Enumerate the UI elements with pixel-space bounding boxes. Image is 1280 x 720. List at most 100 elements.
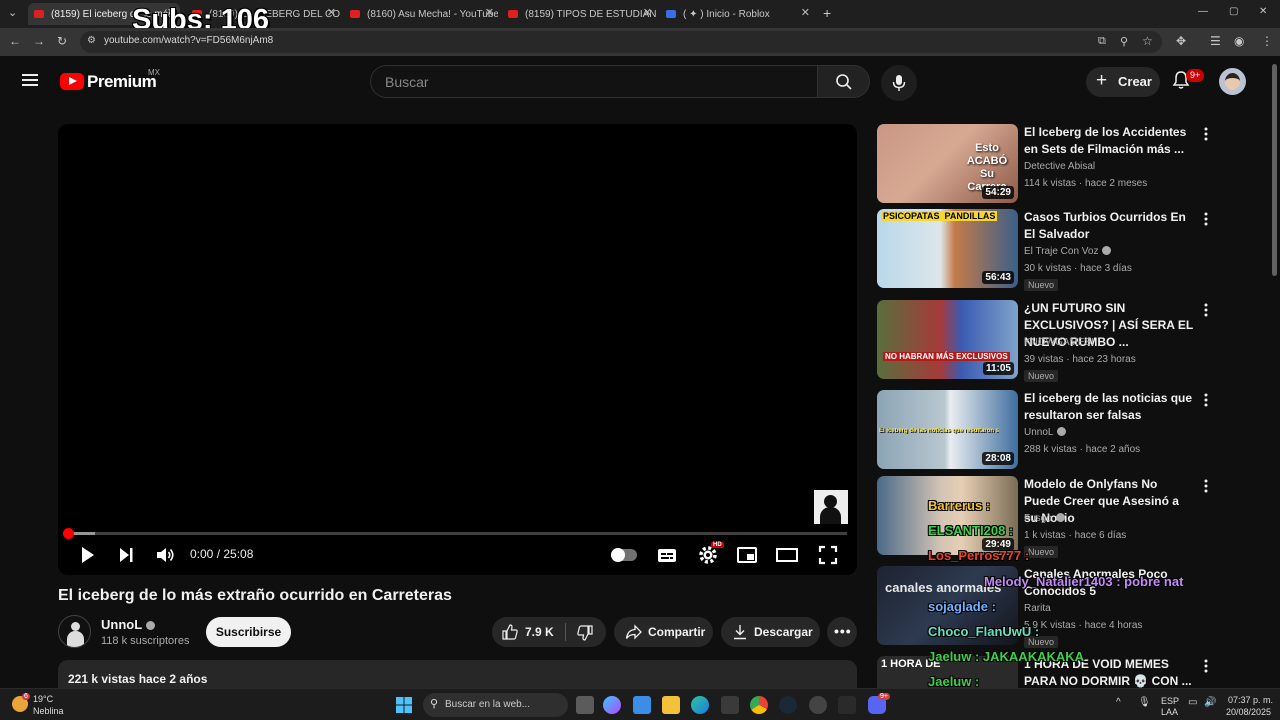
tab-2-close-icon[interactable]: ✕ [327, 6, 336, 19]
like-count[interactable]: 7.9 K [525, 625, 554, 639]
zoom-icon[interactable]: ⚲ [1120, 35, 1128, 48]
recommendation-item[interactable]: NO HABRAN MÁS EXCLUSIVOS 11:05 ¿UN FUTUR… [877, 300, 1217, 382]
site-info-icon[interactable]: ⚙ [87, 35, 96, 46]
chrome-icon[interactable] [750, 696, 768, 714]
reading-list-icon[interactable]: ☰ [1210, 34, 1221, 48]
language-code[interactable]: ESP [1161, 696, 1179, 706]
recommendation-channel[interactable]: Fusgo [1024, 513, 1065, 524]
voice-search-button[interactable] [881, 65, 917, 101]
tab-3-close-icon[interactable]: ✕ [485, 6, 494, 19]
recommendation-thumbnail[interactable]: PSICOPATAS PANDILLAS 56:43 [877, 209, 1018, 288]
window-close-icon[interactable]: ✕ [1259, 6, 1267, 17]
download-button[interactable]: Descargar [721, 617, 820, 647]
fullscreen-button[interactable] [817, 544, 839, 566]
tab-3[interactable]: (8160) Asu Mecha! - YouTube ✕ [344, 3, 498, 25]
more-vertical-icon[interactable] [1201, 126, 1211, 142]
edge-icon[interactable] [691, 696, 709, 714]
bookmark-star-icon[interactable]: ☆ [1142, 34, 1153, 48]
xbox-icon[interactable] [721, 696, 739, 714]
tab-5-close-icon[interactable]: ✕ [801, 6, 810, 19]
app-icon[interactable] [838, 696, 856, 714]
miniplayer-button[interactable] [736, 544, 758, 566]
taskbar-search[interactable]: ⚲ Buscar en la web... [423, 693, 568, 717]
store-icon[interactable] [633, 696, 651, 714]
share-button[interactable]: Compartir [614, 617, 713, 647]
brand-label[interactable]: Premium [87, 72, 157, 92]
tab-4-close-icon[interactable]: ✕ [643, 6, 652, 19]
account-avatar[interactable] [1219, 68, 1246, 95]
channel-name[interactable]: UnnoL [101, 617, 156, 632]
app-icon[interactable] [809, 696, 827, 714]
theater-mode-button[interactable] [776, 544, 798, 566]
windows-start-icon[interactable] [396, 697, 412, 713]
recommendation-title[interactable]: El iceberg de las noticias que resultaro… [1024, 390, 1196, 424]
tray-chevron-icon[interactable]: ^ [1116, 697, 1121, 708]
weather-description[interactable]: Neblina [33, 706, 64, 716]
volume-icon[interactable]: 🔊 [1204, 697, 1216, 708]
more-vertical-icon[interactable] [1201, 302, 1211, 318]
more-vertical-icon[interactable] [1201, 392, 1211, 408]
recommendation-item[interactable]: PSICOPATAS PANDILLAS 56:43 Casos Turbios… [877, 209, 1217, 291]
tray-mic-icon[interactable]: 🎙 [1138, 697, 1151, 708]
clock-time[interactable]: 07:37 p. m. [1228, 695, 1273, 705]
next-button[interactable] [115, 544, 137, 566]
recommendation-channel[interactable]: Rarita [1024, 603, 1051, 614]
task-view-icon[interactable] [576, 696, 594, 714]
channel-avatar[interactable] [58, 615, 91, 648]
extensions-icon[interactable]: ✥ [1176, 34, 1186, 48]
back-icon[interactable]: ← [9, 34, 21, 48]
more-actions-button[interactable]: ••• [827, 617, 857, 647]
new-tab-button[interactable]: + [823, 5, 831, 21]
keyboard-layout[interactable]: LAA [1161, 707, 1178, 717]
file-explorer-icon[interactable] [662, 696, 680, 714]
search-input[interactable]: Buscar [370, 65, 818, 98]
copilot-icon[interactable] [603, 696, 621, 714]
recommendation-item[interactable]: 29:49 Modelo de Onlyfans No Puede Creer … [877, 476, 1217, 558]
create-button[interactable]: + Crear [1086, 67, 1160, 97]
recommendation-item[interactable]: Esto ACABÓ Su Carrera 54:29 El Iceberg d… [877, 124, 1217, 206]
channel-watermark[interactable] [814, 490, 848, 524]
subtitles-button[interactable] [656, 544, 678, 566]
volume-button[interactable] [154, 544, 176, 566]
progress-bar[interactable] [68, 532, 847, 535]
forward-icon[interactable]: → [33, 34, 45, 48]
page-scrollbar[interactable] [1272, 64, 1277, 276]
recommendation-thumbnail[interactable]: Esto ACABÓ Su Carrera 54:29 [877, 124, 1018, 203]
play-button[interactable] [76, 544, 98, 566]
progress-scrubber[interactable] [63, 528, 74, 539]
clock-date[interactable]: 20/08/2025 [1226, 707, 1271, 717]
recommendation-thumbnail[interactable]: 29:49 [877, 476, 1018, 555]
youtube-logo-icon[interactable] [60, 73, 84, 90]
search-button[interactable] [817, 65, 870, 98]
tab-5[interactable]: ( ✦ ) Inicio - Roblox ✕ [660, 3, 814, 25]
recommendation-channel[interactable]: UnnoL [1024, 427, 1067, 438]
like-thumb-icon[interactable] [502, 624, 518, 640]
restore-icon[interactable]: ▢ [1229, 6, 1238, 17]
weather-temperature[interactable]: 19°C [33, 694, 53, 704]
reload-icon[interactable]: ↻ [57, 34, 67, 48]
recommendation-channel[interactable]: El Traje Con Voz [1024, 246, 1112, 257]
recommendation-channel[interactable]: KNOWGAMES! [1024, 337, 1094, 348]
browser-menu-icon[interactable]: ⋮ [1261, 34, 1273, 48]
recommendation-channel[interactable]: Detective Abisal [1024, 161, 1095, 172]
more-vertical-icon[interactable] [1201, 658, 1211, 674]
minimize-icon[interactable]: — [1198, 6, 1208, 17]
recommendation-thumbnail[interactable]: NO HABRAN MÁS EXCLUSIVOS 11:05 [877, 300, 1018, 379]
steam-icon[interactable] [779, 696, 797, 714]
tab-search-chevron-icon[interactable]: ⌄ [8, 6, 17, 19]
address-bar[interactable]: ⚙ youtube.com/watch?v=FD56M6njAm8 ⧉ ⚲ ☆ [80, 31, 1162, 53]
network-icon[interactable]: ▭ [1188, 697, 1197, 708]
install-icon[interactable]: ⧉ [1098, 35, 1106, 48]
recommendation-title[interactable]: El Iceberg de los Accidentes en Sets de … [1024, 124, 1196, 158]
autoplay-toggle[interactable] [611, 548, 637, 562]
tab-4[interactable]: (8159) TIPOS DE ESTUDIANTES ✕ [502, 3, 656, 25]
more-vertical-icon[interactable] [1201, 211, 1211, 227]
subscribe-button[interactable]: Suscribirse [206, 617, 291, 647]
more-vertical-icon[interactable] [1201, 478, 1211, 494]
dislike-thumb-icon[interactable] [577, 625, 593, 641]
profile-icon[interactable]: ◉ [1234, 34, 1244, 48]
recommendation-thumbnail[interactable]: El iceberg de las noticias que resultaro… [877, 390, 1018, 469]
recommendation-title[interactable]: Casos Turbios Ocurridos En El Salvador [1024, 209, 1196, 243]
video-player[interactable]: 0:00 / 25:08 HD [58, 124, 857, 575]
recommendation-item[interactable]: El iceberg de las noticias que resultaro… [877, 390, 1217, 472]
